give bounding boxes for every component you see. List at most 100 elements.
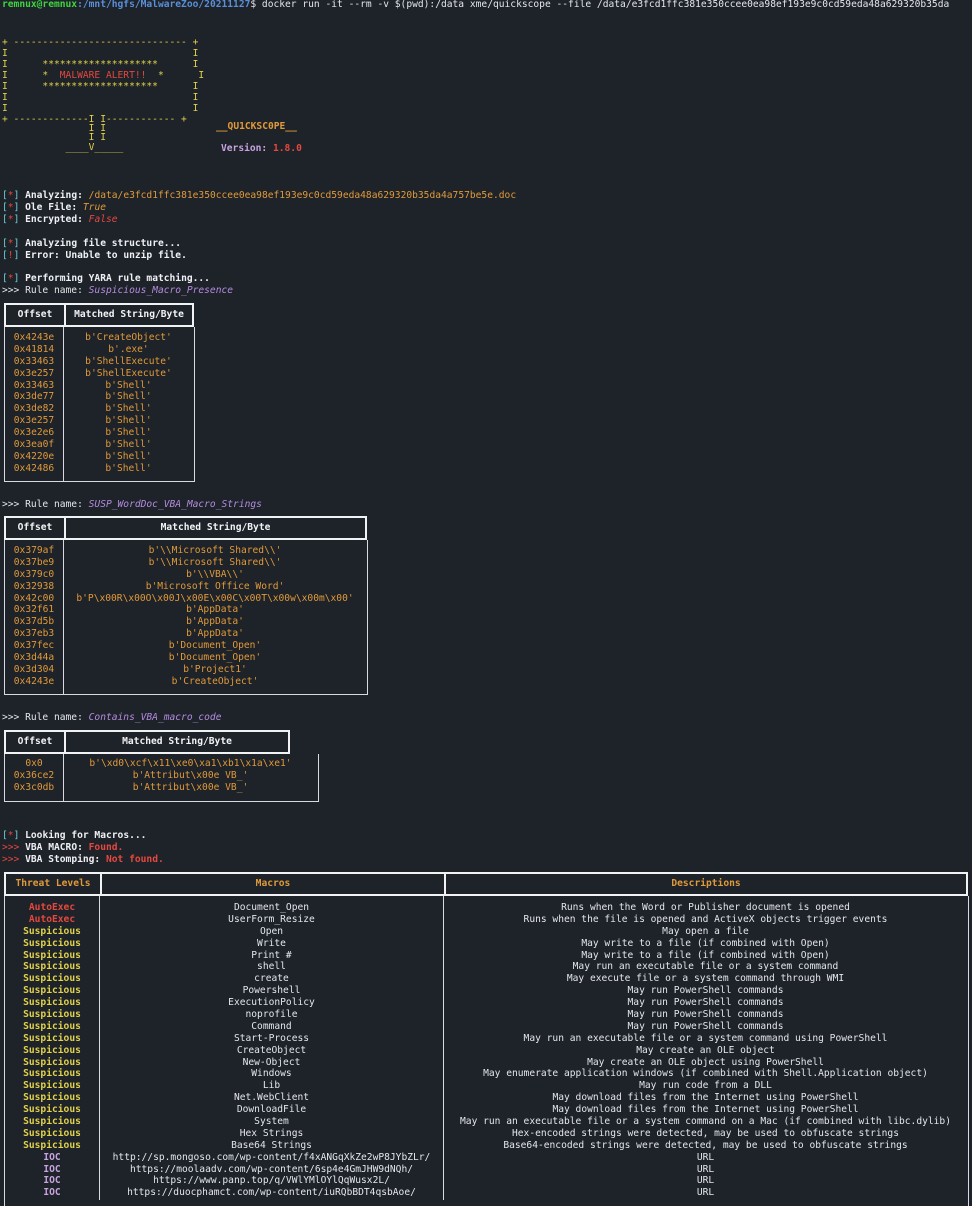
matched-string-cell: b'Shell'	[105, 403, 152, 415]
matched-string-cell: b'Shell'	[105, 379, 152, 391]
macros-header: Macros	[100, 874, 444, 894]
command-prompt-line: remnux@remnux:/mnt/hgfs/MalwareZoo/20211…	[2, 0, 949, 11]
description-cell: May download files from the Internet usi…	[552, 1092, 859, 1104]
macro-name-cell: Base64 Strings	[231, 1139, 312, 1151]
error-line: [!] Error: Unable to unzip file.	[2, 250, 187, 261]
offset-cell: 0x3e257	[13, 367, 55, 379]
matched-string-cell: b'Attribut\x00e VB_'	[132, 781, 249, 793]
matched-string-cell: b'AppData'	[186, 604, 244, 616]
offset-column: 0x379af 0x37be9 0x379c0 0x32938 0x42c00 0x32f…	[5, 545, 63, 688]
description-cell: URL	[696, 1163, 715, 1175]
terminal-window[interactable]: remnux@remnux:/mnt/hgfs/MalwareZoo/20211…	[0, 0, 972, 1206]
threat-level-column: AutoExec AutoExec Suspicious Suspicious Susp…	[5, 902, 99, 1199]
description-cell: May run an executable file or a system c…	[572, 961, 839, 973]
offset-cell: 0x4243e	[13, 332, 55, 343]
macro-name-cell: System	[254, 1116, 289, 1128]
rule-name: Contains_VBA_macro_code	[88, 712, 222, 723]
matched-string-cell: b'\\VBA\\'	[186, 568, 244, 580]
ole-value: True	[82, 202, 106, 213]
matched-string-cell: b'Attribut\x00e VB_'	[132, 769, 249, 781]
description-column: Runs when the Word or Publisher document…	[444, 902, 967, 1199]
matched-string-cell: b'ShellExecute'	[85, 367, 172, 379]
string-column: b'\xd0\xcf\x11\xe0\xa1\xb1\x1a\xe1' b'Att…	[64, 758, 317, 794]
threat-level-cell: Suspicious	[23, 1044, 81, 1056]
threat-level-cell: IOC	[43, 1175, 61, 1187]
macro-name-cell: UserForm_Resize	[228, 913, 315, 925]
rule-prefix: >>> Rule name:	[2, 499, 89, 510]
description-cell: May run PowerShell commands	[627, 985, 784, 997]
macro-name-cell: CreateObject	[236, 1044, 307, 1056]
offset-cell: 0x42c00	[13, 592, 55, 604]
rule-name-line: >>> Rule name: Contains_VBA_macro_code	[2, 712, 222, 724]
offset-header: Offset	[17, 309, 53, 321]
offset-cell: 0x3d44a	[13, 652, 55, 664]
macro-name-cell: Windows	[251, 1068, 292, 1080]
matched-string-header: Matched String/Byte	[64, 732, 288, 752]
rule-prefix: >>> Rule name:	[2, 285, 89, 296]
description-cell: May run an executable file or a system c…	[523, 1032, 888, 1044]
looking-macros-line: [*] Looking for Macros...	[2, 830, 147, 841]
description-cell: May enumerate application windows (if co…	[483, 1068, 928, 1080]
offset-cell: 0x3d304	[13, 663, 55, 675]
threat-level-cell: Suspicious	[23, 1116, 81, 1128]
macro-name-cell: http://sp.mongoso.com/wp-content/f4xANGq…	[112, 1151, 431, 1163]
vba-macro-line: >>> VBA MACRO: Found.	[2, 842, 123, 854]
offset-cell: 0x3de82	[13, 403, 55, 415]
macro-name-cell: shell	[257, 961, 286, 973]
macro-name-cell: noprofile	[245, 1009, 298, 1021]
error-text: Error: Unable to unzip file.	[25, 250, 187, 261]
yara-text: Performing YARA rule matching...	[25, 273, 210, 284]
offset-cell: 0x0	[25, 758, 43, 769]
description-cell: May execute file or a system command thr…	[566, 973, 845, 985]
threat-level-cell: Suspicious	[23, 1009, 81, 1021]
vba-stomping-label: VBA Stomping:	[25, 854, 106, 865]
version-label: Version:	[221, 143, 273, 154]
version-number: 1.8.0	[272, 143, 302, 154]
matched-string-cell: b'AppData'	[186, 616, 244, 628]
matched-string-cell: b'Project1'	[183, 663, 247, 675]
description-cell: URL	[696, 1187, 715, 1199]
threat-level-cell: Suspicious	[23, 1056, 81, 1068]
threat-level-cell: AutoExec	[28, 913, 76, 925]
offset-cell: 0x36ce2	[13, 769, 55, 781]
looking-macros-text: Looking for Macros...	[25, 830, 147, 841]
description-cell: May run PowerShell commands	[627, 997, 784, 1009]
matched-string-cell: b'Microsoft Office Word'	[145, 580, 285, 592]
offset-cell: 0x37d5b	[13, 616, 55, 628]
offset-cell: 0x32f61	[13, 604, 55, 616]
tool-name: __QU1CKSC0PE__	[216, 121, 297, 132]
encrypted-line: [*] Encrypted: False	[2, 214, 118, 225]
rule-table-header: Offset Matched String/Byte	[4, 303, 194, 327]
threat-levels-header: Threat Levels	[15, 878, 91, 890]
matched-string-header: Matched String/Byte	[64, 518, 365, 538]
vba-macro-value: Found.	[88, 842, 124, 853]
rule-name: SUSP_WordDoc_VBA_Macro_Strings	[88, 499, 262, 510]
analyzing-label: Analyzing:	[25, 190, 89, 201]
threat-level-cell: AutoExec	[28, 902, 76, 913]
threat-level-cell: Suspicious	[23, 937, 81, 949]
analyzing-file: /data/e3fcd1ffc381e350ccee0ea98ef193e9c0…	[88, 190, 517, 201]
rule-table-header: Offset Matched String/Byte	[4, 516, 367, 540]
offset-cell: 0x379c0	[13, 568, 55, 580]
macro-name-cell: Net.WebClient	[233, 1092, 310, 1104]
offset-cell: 0x41814	[13, 343, 55, 355]
description-cell: May create an OLE object using PowerShel…	[587, 1056, 824, 1068]
matched-string-header: Matched String/Byte	[64, 305, 192, 325]
prompt-command: $ docker run -it --rm -v $(pwd):/data xm…	[250, 0, 950, 10]
matched-string-cell: b'Document_Open'	[168, 640, 262, 652]
macro-name-cell: create	[254, 973, 289, 985]
threat-level-cell: Suspicious	[23, 985, 81, 997]
prompt-path: :/mnt/hgfs/MalwareZoo/20211127	[77, 0, 251, 10]
description-cell: Runs when the Word or Publisher document…	[561, 902, 850, 913]
banner-line-left: I *	[2, 70, 60, 81]
description-cell: Hex-encoded strings were detected, may b…	[512, 1127, 899, 1139]
threat-level-cell: IOC	[43, 1187, 61, 1199]
offset-cell: 0x3ea0f	[13, 439, 55, 451]
matched-string-cell: b'.exe'	[108, 343, 149, 355]
description-cell: Base64-encoded strings were detected, ma…	[503, 1139, 908, 1151]
rule-name: Suspicious_Macro_Presence	[88, 285, 234, 296]
matched-string-cell: b'Shell'	[105, 462, 152, 474]
offset-header: Offset	[17, 736, 53, 748]
macro-name-cell: Lib	[262, 1080, 281, 1092]
macro-name-cell: https://www.panp.top/q/VWlYMlOYlQqWusx2L…	[153, 1175, 390, 1187]
